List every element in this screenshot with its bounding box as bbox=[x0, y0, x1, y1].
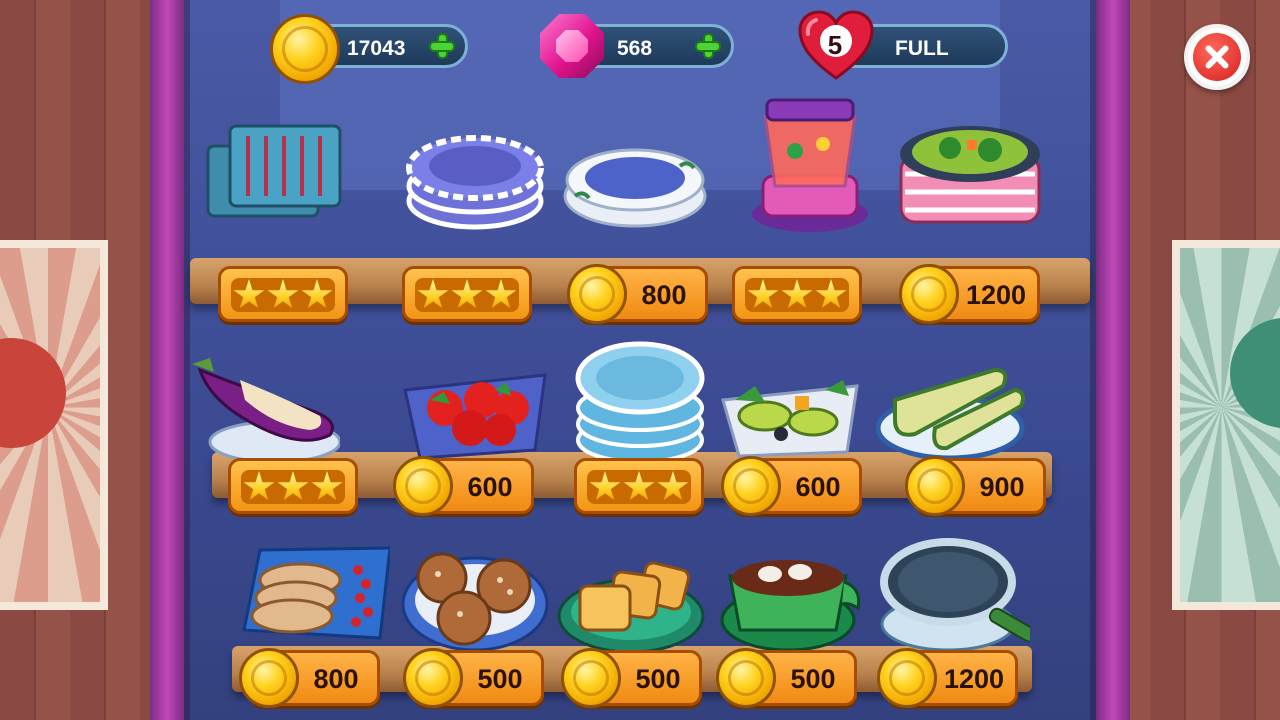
price-label: 1200 bbox=[943, 664, 1005, 694]
buy-price-button[interactable]: 600 bbox=[393, 456, 534, 516]
buy-price-button[interactable]: 500 bbox=[561, 648, 702, 708]
star-icon bbox=[623, 471, 655, 501]
coin-icon bbox=[567, 264, 627, 324]
price-label: 500 bbox=[635, 664, 681, 694]
price-label: 800 bbox=[313, 664, 359, 694]
stars-rating bbox=[415, 278, 519, 312]
star-icon bbox=[589, 471, 621, 501]
buy-price-button[interactable]: 1200 bbox=[899, 264, 1040, 324]
stars-rating bbox=[587, 470, 691, 504]
avocado-salad-icon bbox=[721, 378, 859, 458]
star-icon bbox=[311, 471, 343, 501]
coin-icon bbox=[561, 648, 621, 708]
coin-icon bbox=[905, 456, 965, 516]
toast-icon bbox=[557, 559, 705, 654]
coin-icon bbox=[270, 14, 340, 84]
mushroom-soup-icon bbox=[720, 558, 861, 652]
meatballs-icon bbox=[401, 552, 549, 652]
stars-rating bbox=[231, 278, 335, 312]
coin-icon bbox=[877, 648, 937, 708]
star-icon bbox=[417, 279, 449, 309]
coin-icon bbox=[899, 264, 959, 324]
coin-icon bbox=[716, 648, 776, 708]
star-icon bbox=[243, 471, 275, 501]
star-icon bbox=[815, 279, 847, 309]
star-icon bbox=[233, 279, 265, 309]
zucchini-icon bbox=[875, 330, 1025, 470]
star-icon bbox=[451, 279, 483, 309]
coin-icon bbox=[393, 456, 453, 516]
star-icon bbox=[277, 471, 309, 501]
upgrade-stars-badge[interactable] bbox=[218, 266, 348, 322]
price-label: 500 bbox=[790, 664, 836, 694]
buy-price-button[interactable]: 500 bbox=[403, 648, 544, 708]
star-icon bbox=[485, 279, 517, 309]
price-label: 1200 bbox=[965, 280, 1027, 310]
price-label: 600 bbox=[467, 472, 513, 502]
add-gems-plus-icon[interactable] bbox=[697, 35, 719, 57]
upgrade-stars-badge[interactable] bbox=[228, 458, 358, 514]
price-label: 900 bbox=[979, 472, 1025, 502]
stars-rating bbox=[745, 278, 849, 312]
tomatoes-icon bbox=[403, 373, 547, 460]
cabinet-pillar-right bbox=[1096, 0, 1130, 720]
grill-rack-icon bbox=[206, 124, 342, 218]
price-label: 600 bbox=[795, 472, 841, 502]
gems-value: 568 bbox=[617, 37, 653, 60]
price-label: 500 bbox=[477, 664, 523, 694]
lives-status: FULL bbox=[895, 37, 949, 60]
coins-value: 17043 bbox=[347, 37, 406, 60]
poster-left bbox=[0, 240, 108, 610]
buy-price-button[interactable]: 500 bbox=[716, 648, 857, 708]
stars-rating bbox=[241, 470, 345, 504]
cabinet-pillar-left bbox=[150, 0, 184, 720]
upgrade-stars-badge[interactable] bbox=[402, 266, 532, 322]
coin-icon bbox=[239, 648, 299, 708]
star-icon bbox=[301, 279, 333, 309]
upgrade-stars-badge[interactable] bbox=[574, 458, 704, 514]
eggplant-icon bbox=[190, 356, 340, 464]
add-coins-plus-icon[interactable] bbox=[431, 35, 453, 57]
buy-price-button[interactable]: 900 bbox=[905, 456, 1046, 516]
blender-icon bbox=[750, 98, 870, 234]
lives-count: 5 bbox=[827, 30, 843, 60]
price-label: 800 bbox=[641, 280, 687, 310]
star-icon bbox=[657, 471, 689, 501]
coin-icon bbox=[721, 456, 781, 516]
buy-price-button[interactable]: 1200 bbox=[877, 648, 1018, 708]
star-icon bbox=[781, 279, 813, 309]
blue-plates-icon bbox=[565, 330, 715, 470]
upgrade-stars-badge[interactable] bbox=[732, 266, 862, 322]
coin-icon bbox=[403, 648, 463, 708]
buy-price-button[interactable]: 600 bbox=[721, 456, 862, 516]
star-icon bbox=[267, 279, 299, 309]
buy-price-button[interactable]: 800 bbox=[567, 264, 708, 324]
poster-right bbox=[1172, 240, 1280, 610]
close-button[interactable] bbox=[1184, 24, 1250, 90]
buy-price-button[interactable]: 800 bbox=[239, 648, 380, 708]
frying-pan-icon bbox=[880, 520, 1030, 660]
bread-tray-icon bbox=[242, 546, 390, 640]
purple-plates-icon bbox=[400, 96, 550, 236]
white-plates-icon bbox=[563, 148, 707, 228]
close-icon bbox=[1193, 33, 1241, 81]
soup-pot-icon bbox=[895, 96, 1045, 236]
star-icon bbox=[747, 279, 779, 309]
